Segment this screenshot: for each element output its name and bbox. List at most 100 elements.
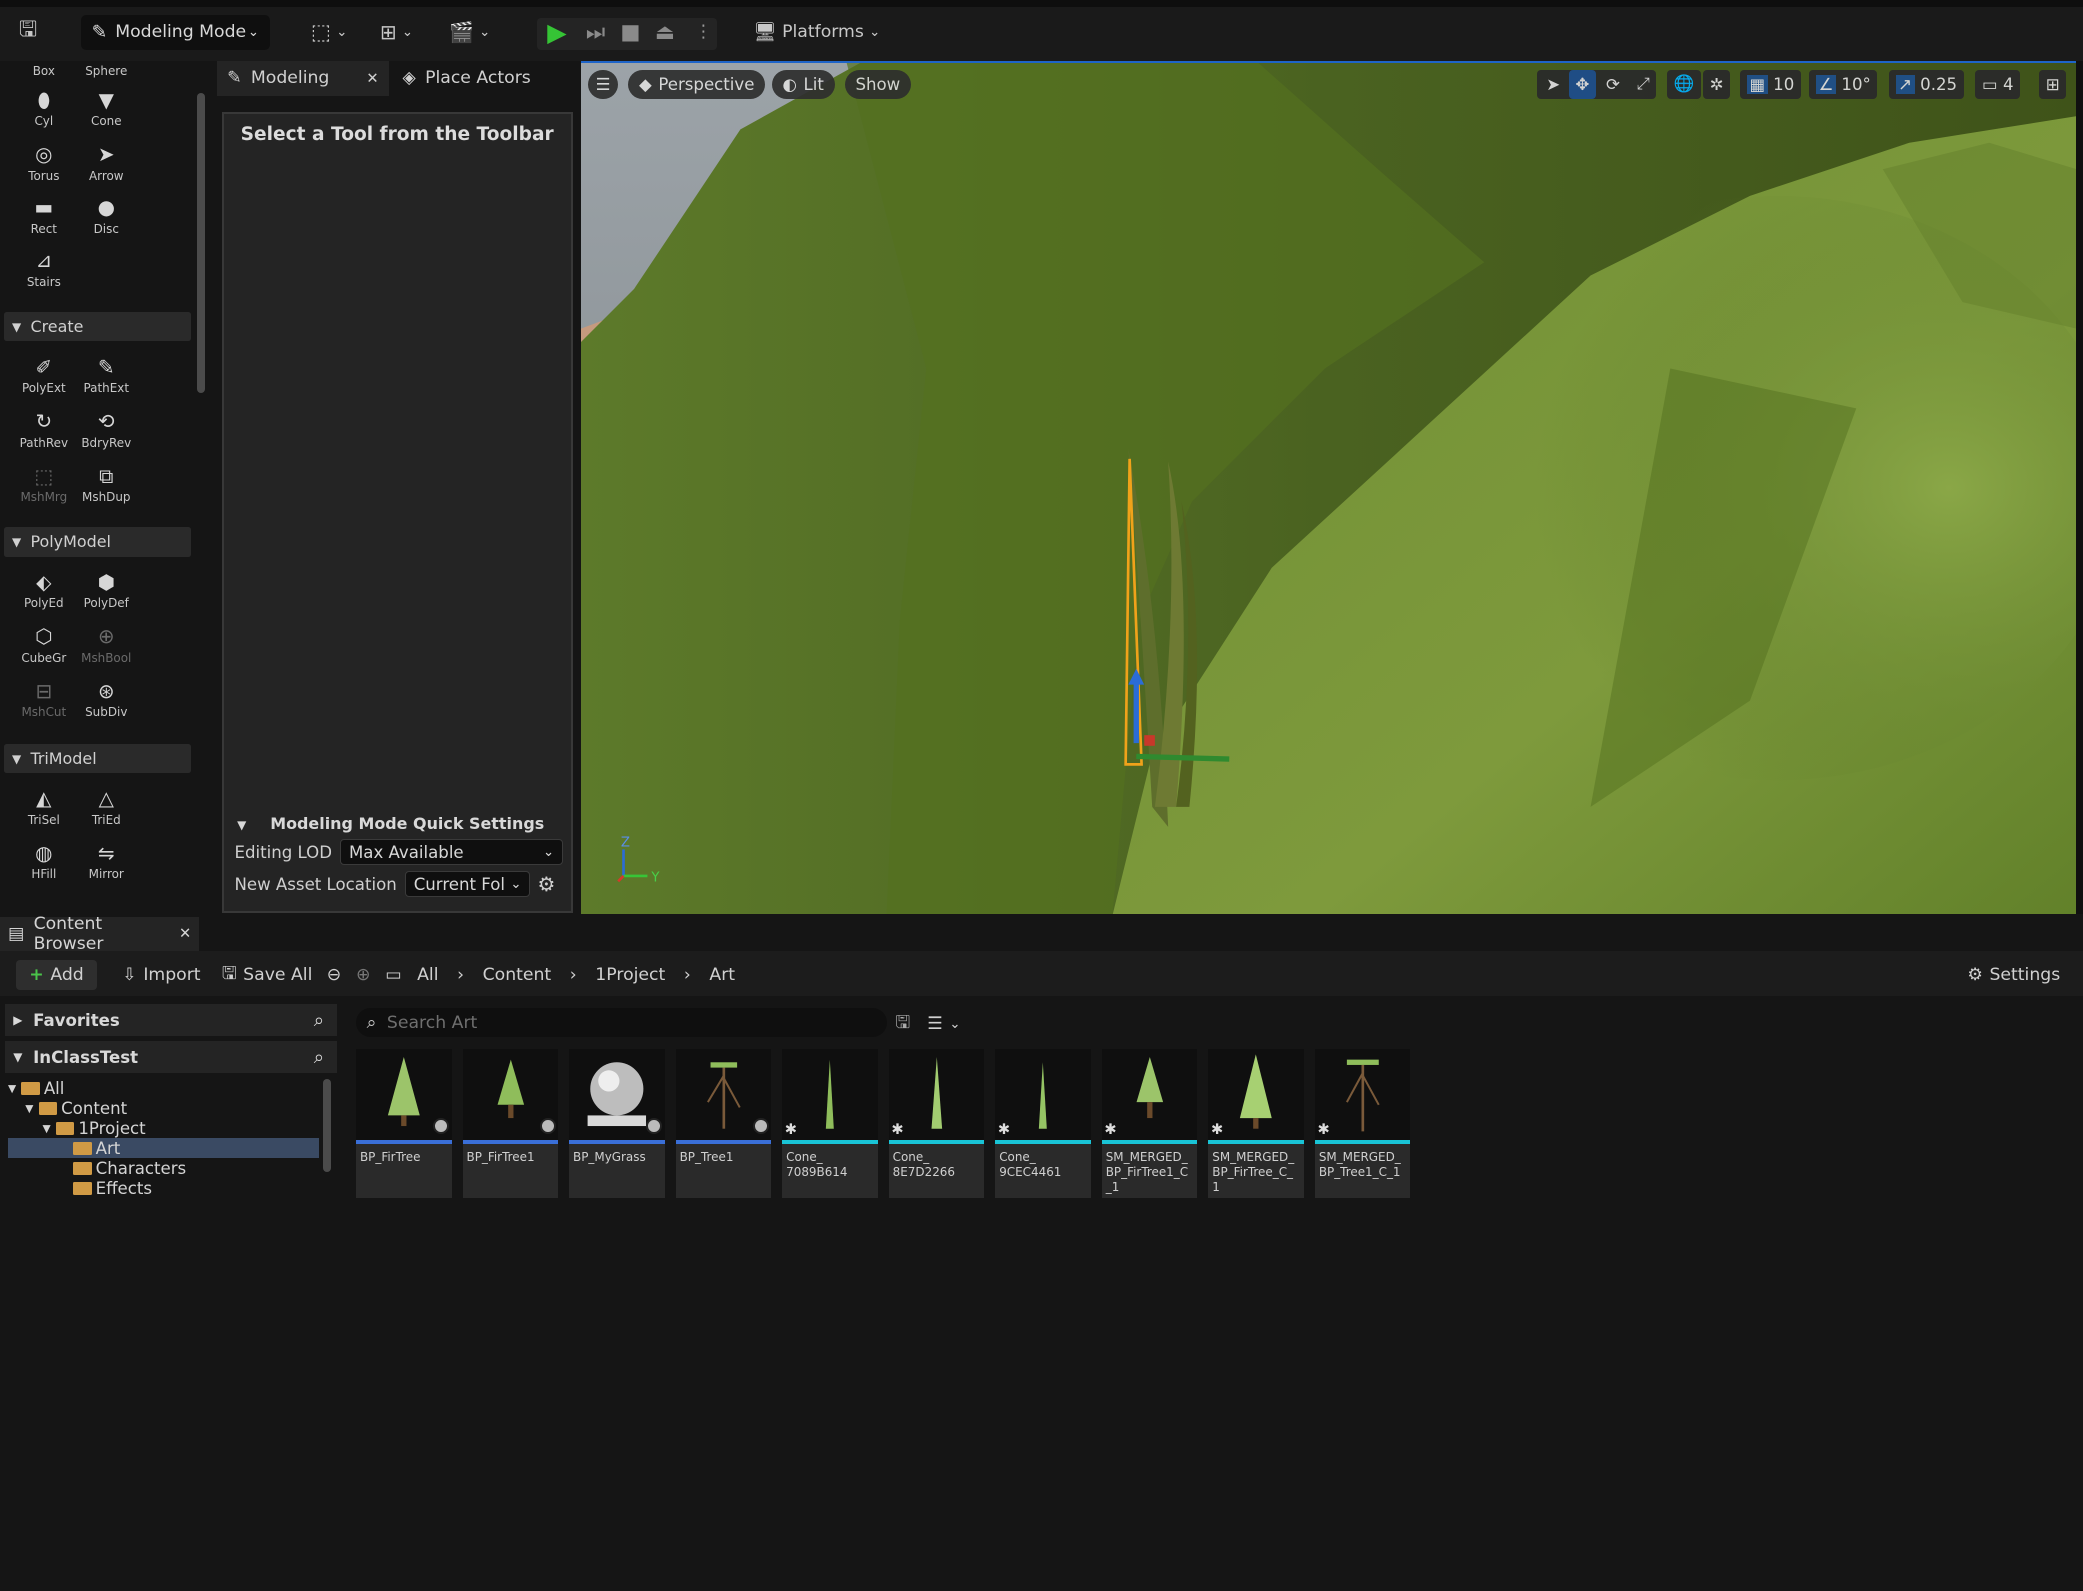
search-icon[interactable]: ⌕ — [314, 1047, 324, 1068]
rotation-snap-button[interactable]: ∠ 10° — [1809, 69, 1878, 99]
breadcrumb-all[interactable]: All — [417, 965, 438, 985]
perspective-button[interactable]: ◆ Perspective — [628, 69, 766, 99]
world-local-button[interactable]: 🌐 — [1667, 69, 1702, 99]
tool-hfill[interactable]: ◍ HFill — [15, 841, 73, 882]
viewport-menu-button[interactable]: ☰ — [588, 69, 618, 99]
project-header[interactable]: ▼ InClassTest ⌕ — [5, 1041, 338, 1074]
tool-mshdup[interactable]: ⧉ MshDup — [77, 464, 135, 505]
asset-tile[interactable]: ✱ SM_MERGED_ BP_FirTree_C_ 1 — [1208, 1049, 1304, 1199]
tool-disc[interactable]: ● Disc — [77, 195, 135, 236]
scale-snap-button[interactable]: ↗ 0.25 — [1888, 69, 1964, 99]
lit-button[interactable]: ◐ Lit — [771, 69, 835, 99]
tool-cone[interactable]: ▼ Cone — [77, 88, 135, 129]
breadcrumb-1project[interactable]: 1Project — [595, 965, 665, 985]
tool-cyl[interactable]: ⬮ Cyl — [15, 88, 73, 129]
tree-item-characters[interactable]: Characters — [8, 1158, 319, 1178]
new-asset-location-dropdown[interactable]: Current Fol ⌄ — [404, 870, 530, 898]
grid-snap-button[interactable]: ▦ 10 — [1740, 69, 1801, 99]
section-create[interactable]: ▼ Create — [3, 312, 192, 342]
tool-polyed[interactable]: ⬖ PolyEd — [15, 570, 73, 611]
content-browser-tab[interactable]: ▤ Content Browser ✕ — [0, 914, 200, 954]
tool-mshcut[interactable]: ⊟ MshCut — [15, 679, 73, 720]
tool-box[interactable]: ▣Box — [15, 61, 73, 78]
settings-gear-icon[interactable]: ⚙ — [538, 873, 556, 896]
history-back-button[interactable]: ⊖ — [327, 960, 341, 989]
asset-tile[interactable]: ✱ Cone_ 9CEC4461 — [995, 1049, 1091, 1199]
save-search-button[interactable]: 🖫 — [895, 1010, 910, 1039]
tree-item-1project[interactable]: ▼ 1Project — [8, 1119, 319, 1139]
editing-lod-dropdown[interactable]: Max Available ⌄ — [339, 838, 564, 866]
add-button[interactable]: + Add — [15, 960, 98, 990]
eject-button[interactable]: ⏏ — [655, 18, 675, 47]
save-all-button[interactable]: 🖫 Save All — [222, 960, 313, 989]
translate-tool-button[interactable]: ✥ — [1568, 69, 1597, 99]
step-button[interactable]: ⏭ — [586, 18, 605, 47]
tool-pathext[interactable]: ✎ PathExt — [77, 355, 135, 396]
search-input[interactable]: ⌕ Search Art — [356, 1008, 888, 1038]
level-viewport[interactable]: Z Y ☰ ◆ Perspective ◐ Lit Show ➤ ✥ ⟳ ⤢ 🌐 ✲… — [580, 61, 2077, 914]
asset-tile[interactable]: ✱ Cone_ 7089B614 — [782, 1049, 878, 1199]
tool-bdryrev[interactable]: ⟲ BdryRev — [77, 409, 135, 450]
search-icon[interactable]: ⌕ — [314, 1010, 324, 1031]
tool-mshmrg[interactable]: ⬚ MshMrg — [15, 464, 73, 505]
rotate-tool-button[interactable]: ⟳ — [1599, 70, 1626, 99]
asset-tile[interactable]: BP_Tree1 — [675, 1049, 772, 1199]
select-tool-button[interactable]: ➤ — [1540, 70, 1567, 99]
history-forward-button[interactable]: ⊕ — [356, 960, 370, 989]
tool-rect[interactable]: ▬ Rect — [15, 195, 73, 236]
scale-tool-button[interactable]: ⤢ — [1630, 70, 1657, 99]
tool-sphere[interactable]: ●Sphere — [77, 61, 135, 78]
platforms-button[interactable]: 🖥 Platforms ⌄ — [753, 18, 880, 47]
blueprints-button[interactable]: ⊞ ⌄ — [380, 18, 413, 47]
tool-pathrev[interactable]: ↻ PathRev — [15, 409, 73, 450]
favorites-header[interactable]: ▶ Favorites ⌕ — [5, 1004, 338, 1037]
tool-mirror[interactable]: ⇋ Mirror — [77, 841, 135, 882]
tree-item-all[interactable]: ▼ All — [8, 1079, 319, 1099]
camera-speed-button[interactable]: ▭ 4 — [1975, 69, 2021, 99]
breadcrumb: All › Content › 1Project › Art — [417, 960, 735, 989]
close-icon[interactable]: ✕ — [179, 925, 191, 942]
tool-cubegr[interactable]: ⬡ CubeGr — [15, 624, 73, 665]
palette-scrollbar[interactable] — [196, 92, 205, 394]
tool-subdiv[interactable]: ⊛ SubDiv — [77, 679, 135, 720]
show-button[interactable]: Show — [844, 69, 911, 99]
tree-scrollbar[interactable] — [322, 1078, 331, 1172]
surface-snap-button[interactable]: ✲ — [1702, 69, 1731, 99]
section-trimodel[interactable]: ▼ TriModel — [3, 743, 192, 774]
asset-tile[interactable]: BP_MyGrass — [569, 1049, 665, 1199]
close-icon[interactable]: ✕ — [366, 70, 378, 87]
tree-item-content[interactable]: ▼ Content — [8, 1099, 319, 1119]
breadcrumb-content[interactable]: Content — [483, 965, 552, 985]
save-icon[interactable]: 🖫 — [13, 17, 42, 47]
tree-item-effects[interactable]: Effects — [8, 1178, 319, 1198]
section-polymodel[interactable]: ▼ PolyModel — [3, 527, 192, 557]
breadcrumb-art[interactable]: Art — [709, 965, 735, 985]
asset-tile[interactable]: ✱ Cone_ 8E7D2266 — [888, 1049, 985, 1199]
import-button[interactable]: ⇩ Import — [122, 960, 200, 989]
cinematics-button[interactable]: 🎬 ⌄ — [449, 18, 490, 47]
viewport-layout-button[interactable]: ⊞ — [2039, 69, 2067, 99]
asset-tile[interactable]: BP_FirTree1 — [462, 1049, 559, 1199]
tool-arrow[interactable]: ➤ Arrow — [77, 142, 135, 183]
tool-trisel[interactable]: ◭ TriSel — [15, 786, 73, 827]
mode-dropdown[interactable]: ✎ Modeling Mode ⌄ — [81, 14, 270, 50]
play-button[interactable]: ▶ — [547, 18, 566, 47]
filter-button[interactable]: ☰ ⌄ — [927, 1010, 960, 1039]
tab-modeling[interactable]: ✎ Modeling ✕ — [216, 61, 390, 96]
tool-polydef[interactable]: ⬢ PolyDef — [77, 570, 135, 611]
tool-tried[interactable]: △ TriEd — [77, 786, 135, 827]
tool-mshbool[interactable]: ⊕ MshBool — [77, 624, 135, 665]
stop-button[interactable]: ■ — [620, 18, 640, 47]
tree-item-art[interactable]: Art — [7, 1138, 319, 1159]
quick-settings-header[interactable]: ▼ Modeling Mode Quick Settings — [237, 814, 556, 833]
tab-place-actors[interactable]: ◈ Place Actors — [392, 61, 542, 96]
settings-button[interactable]: ⚙ Settings — [1967, 960, 2060, 989]
play-options-button[interactable]: ⋮ — [695, 18, 712, 47]
asset-tile[interactable]: ✱ SM_MERGED_ BP_Tree1_C_1 — [1314, 1049, 1411, 1199]
tool-stairs[interactable]: ⊿ Stairs — [15, 248, 73, 289]
tool-torus[interactable]: ◎ Torus — [15, 142, 73, 183]
add-actor-button[interactable]: ⬚ ⌄ — [311, 18, 348, 47]
tool-polyext[interactable]: ✐ PolyExt — [15, 355, 73, 396]
asset-tile[interactable]: ✱ SM_MERGED_ BP_FirTree1_C _1 — [1101, 1049, 1198, 1199]
asset-tile[interactable]: BP_FirTree — [356, 1049, 452, 1199]
